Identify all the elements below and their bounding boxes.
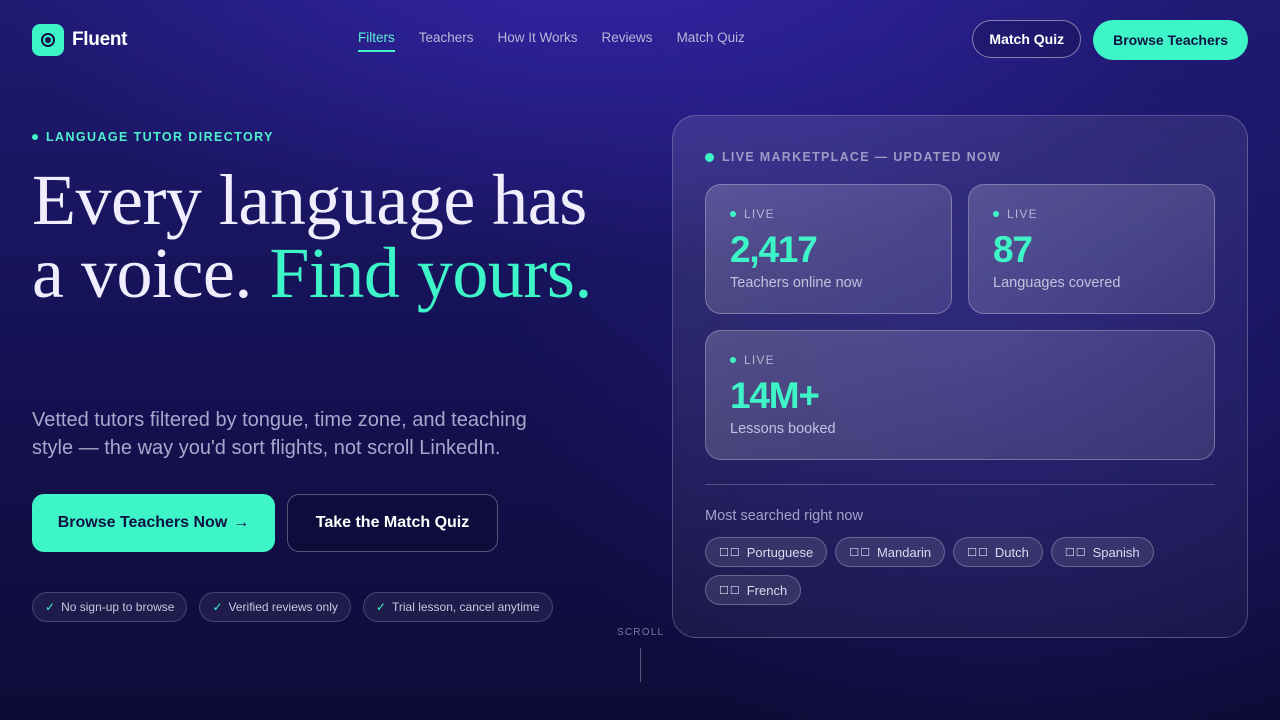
check-icon: ✓ <box>375 600 386 614</box>
panel-heading: LIVE MARKETPLACE — UPDATED NOW <box>705 150 1001 164</box>
stat-label: Teachers online now <box>730 275 863 291</box>
trust-badge: ✓ No sign-up to browse <box>32 592 188 622</box>
check-icon: ✓ <box>45 600 56 614</box>
language-tag-label: French <box>746 582 788 598</box>
nav-link-teachers[interactable]: Teachers <box>419 30 474 52</box>
language-tag-label: Dutch <box>994 544 1029 560</box>
nav-link-filters[interactable]: Filters <box>358 30 395 52</box>
panel-heading-label: LIVE MARKETPLACE — UPDATED NOW <box>722 150 1002 164</box>
brand-logo[interactable]: Fluent <box>32 24 128 56</box>
flag-icon: ☐☐ <box>719 546 741 559</box>
trust-badge: ✓ Verified reviews only <box>199 592 351 622</box>
trust-badge-label: Trial lesson, cancel anytime <box>391 600 540 614</box>
hero-eyebrow: LANGUAGE TUTOR DIRECTORY <box>32 130 274 144</box>
nav-link-how-it-works[interactable]: How It Works <box>498 30 578 52</box>
live-dot-icon <box>993 211 999 217</box>
flag-icon: ☐☐ <box>967 546 989 559</box>
target-logo-icon <box>32 24 64 56</box>
live-indicator: LIVE <box>730 207 775 221</box>
live-label: LIVE <box>1007 207 1038 221</box>
brand-name: Fluent <box>72 29 128 50</box>
trust-badge-label: No sign-up to browse <box>61 600 175 614</box>
live-label: LIVE <box>744 207 775 221</box>
language-tag-label: Mandarin <box>876 544 932 560</box>
stat-card-languages: LIVE 87 Languages covered <box>968 184 1215 314</box>
top-nav: Fluent Filters Teachers How It Works Rev… <box>0 0 1280 80</box>
hero-headline: Every language has a voice. Find yours. <box>32 164 632 310</box>
flag-icon: ☐☐ <box>1064 546 1087 559</box>
headline-accent: Find yours. <box>269 233 592 313</box>
stat-label: Lessons booked <box>730 421 836 437</box>
cta-row: Browse Teachers Now → Take the Match Qui… <box>32 494 498 552</box>
arrow-right-icon: → <box>233 514 250 531</box>
language-tag-label: Portuguese <box>746 544 814 560</box>
language-tag-spanish[interactable]: ☐☐ Spanish <box>1050 537 1154 567</box>
nav-link-reviews[interactable]: Reviews <box>602 30 653 52</box>
stat-card-teachers: LIVE 2,417 Teachers online now <box>705 184 952 314</box>
dot-icon <box>32 134 38 140</box>
hero-subhead: Vetted tutors filtered by tongue, time z… <box>32 409 527 459</box>
nav-links: Filters Teachers How It Works Reviews Ma… <box>358 30 745 52</box>
language-tag-dutch[interactable]: ☐☐ Dutch <box>953 537 1043 567</box>
language-tag-portuguese[interactable]: ☐☐ Portuguese <box>705 537 828 567</box>
trust-badges: ✓ No sign-up to browse ✓ Verified review… <box>32 592 553 622</box>
browse-teachers-button[interactable]: Browse Teachers <box>1093 20 1248 60</box>
language-tags: ☐☐ Portuguese ☐☐ Mandarin ☐☐ Dutch ☐☐ Sp… <box>705 537 1185 605</box>
language-tag-mandarin[interactable]: ☐☐ Mandarin <box>835 537 946 567</box>
divider <box>705 484 1215 485</box>
flag-icon: ☐☐ <box>849 546 871 559</box>
take-match-quiz-button[interactable]: Take the Match Quiz <box>287 494 498 552</box>
live-indicator: LIVE <box>993 207 1038 221</box>
trust-badge-label: Verified reviews only <box>228 600 338 614</box>
scroll-line <box>640 648 641 682</box>
live-marketplace-panel: LIVE MARKETPLACE — UPDATED NOW LIVE 2,41… <box>672 115 1248 638</box>
trust-badge: ✓ Trial lesson, cancel anytime <box>362 592 553 622</box>
live-dot-icon <box>705 152 714 162</box>
match-quiz-button[interactable]: Match Quiz <box>972 20 1082 58</box>
browse-teachers-now-button[interactable]: Browse Teachers Now → <box>32 494 275 552</box>
flag-icon: ☐☐ <box>719 584 741 597</box>
browse-teachers-now-label: Browse Teachers Now <box>57 514 228 531</box>
stat-value: 87 <box>993 229 1033 270</box>
live-label: LIVE <box>744 353 775 367</box>
nav-actions: Match Quiz Browse Teachers <box>972 20 1248 60</box>
language-tag-label: Spanish <box>1092 544 1140 560</box>
stat-value: 14M+ <box>730 375 820 416</box>
check-icon: ✓ <box>212 600 223 614</box>
scroll-cue-label[interactable]: SCROLL <box>617 627 664 638</box>
live-dot-icon <box>730 211 736 217</box>
stat-label: Languages covered <box>993 275 1121 291</box>
stat-card-lessons: LIVE 14M+ Lessons booked <box>705 330 1215 460</box>
stat-value: 2,417 <box>730 229 818 270</box>
live-indicator: LIVE <box>730 353 775 367</box>
live-dot-icon <box>730 357 736 363</box>
nav-link-match-quiz[interactable]: Match Quiz <box>677 30 745 52</box>
language-tag-french[interactable]: ☐☐ French <box>705 575 802 605</box>
eyebrow-label: LANGUAGE TUTOR DIRECTORY <box>46 130 274 144</box>
most-searched-title: Most searched right now <box>705 508 863 524</box>
